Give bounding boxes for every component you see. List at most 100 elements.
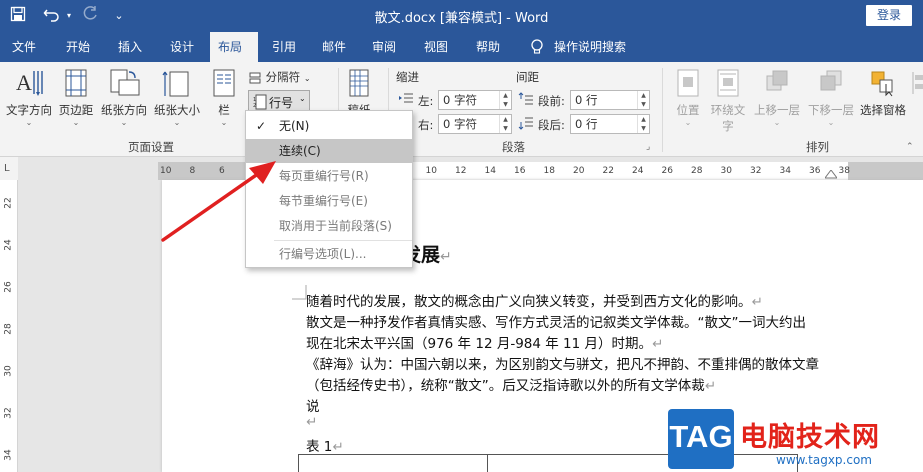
size-button[interactable]: 纸张大小 ⌄ <box>152 68 202 127</box>
line-numbers-icon: 12 <box>253 94 267 110</box>
dialog-launcher-icon[interactable]: ⌟ <box>646 142 650 152</box>
vertical-ruler[interactable]: 22 24 26 28 30 32 34 <box>0 180 18 472</box>
chevron-down-icon: ⌄ <box>120 118 128 127</box>
tab-home[interactable]: 开始 <box>58 32 98 62</box>
margins-button[interactable]: 页边距 ⌄ <box>56 68 96 127</box>
tab-layout[interactable]: 布局 <box>210 32 258 62</box>
svg-text:2: 2 <box>253 103 256 109</box>
ruler-tick-label: 34 <box>3 449 14 461</box>
menu-item-suppress-current-paragraph[interactable]: 取消用于当前段落(S) <box>246 214 412 238</box>
tab-help[interactable]: 帮助 <box>468 32 508 62</box>
breaks-button[interactable]: 分隔符 ⌄ <box>248 69 311 85</box>
spacing-label: 间距 <box>516 70 539 84</box>
spinner-arrows-icon[interactable]: ▲ ▼ <box>499 91 511 109</box>
menu-item-label: 取消用于当前段落(S) <box>279 219 392 233</box>
collapse-ribbon-icon[interactable]: ⌃ <box>906 142 914 152</box>
send-backward-label: 下移一层 <box>808 103 854 117</box>
chevron-down-icon: ⌄ <box>299 94 306 103</box>
doc-line[interactable]: 《辞海》认为：中国六朝以来，为区别韵文与骈文，把凡不押韵、不重排偶的散体文章 <box>306 353 819 373</box>
spacing-after-input[interactable]: 0 行 ▲ ▼ <box>570 114 650 134</box>
ruler-tick-label: 28 <box>3 323 14 335</box>
menu-item-continuous[interactable]: 连续(C) <box>246 139 412 163</box>
ruler-tick-label: 30 <box>720 166 732 176</box>
margins-label: 页边距 <box>58 103 94 117</box>
breaks-label: 分隔符 <box>265 70 301 84</box>
orientation-icon <box>110 69 140 96</box>
doc-line[interactable]: 现在北宋太平兴国（976 年 12 月-984 年 11 月）时期。↵ <box>306 332 663 352</box>
doc-line-empty[interactable]: ↵ <box>306 414 317 430</box>
orientation-button[interactable]: 纸张方向 ⌄ <box>99 68 149 127</box>
send-backward-button[interactable]: 下移一层 ⌄ <box>804 68 858 127</box>
position-button[interactable]: 位置 ⌄ <box>668 68 708 127</box>
selection-pane-button[interactable]: 选择窗格 <box>858 68 908 118</box>
menu-item-line-numbering-options[interactable]: 行编号选项(L)... <box>246 242 412 266</box>
title-bar: ▾ ⌄ 散文.docx [兼容模式] - Word 登录 <box>0 0 923 32</box>
text-direction-label: 文字方向 <box>6 103 52 117</box>
menu-separator <box>274 240 412 241</box>
ruler-tick-label: 24 <box>632 166 644 176</box>
spinner-arrows-icon[interactable]: ▲ ▼ <box>637 115 649 133</box>
spacing-after-label: 段后: <box>538 118 565 132</box>
ruler-tick-label: 26 <box>661 166 673 176</box>
chevron-down-icon: ⌄ <box>25 118 33 127</box>
bring-forward-button[interactable]: 上移一层 ⌄ <box>750 68 804 127</box>
menu-item-restart-each-page[interactable]: 每页重编行号(R) <box>246 164 412 188</box>
text-direction-button[interactable]: A 文字方向 ⌄ <box>4 68 54 127</box>
doc-line[interactable]: （包括经传史书），统称“散文”。后又泛指诗歌以外的所有文学体裁↵ <box>306 374 716 394</box>
tab-view[interactable]: 视图 <box>416 32 456 62</box>
wrap-text-icon <box>717 69 739 97</box>
indent-right-label: 右: <box>418 118 434 132</box>
ruler-tick-label: 36 <box>809 166 821 176</box>
line-numbers-button[interactable]: 12 行号 ⌄ <box>248 90 310 112</box>
spinner-arrows-icon[interactable]: ▲ ▼ <box>637 91 649 109</box>
wrap-text-button[interactable]: 环绕文 字 <box>708 68 748 134</box>
tab-file[interactable]: 文件 <box>4 32 44 62</box>
indent-label: 缩进 <box>396 70 419 84</box>
menu-item-none[interactable]: ✓ 无(N) <box>246 114 412 138</box>
tab-references[interactable]: 引用 <box>264 32 304 62</box>
indent-left-label: 左: <box>418 94 434 108</box>
doc-line-text: 说 <box>306 399 320 415</box>
spacing-after-icon <box>518 117 533 130</box>
right-indent-marker-icon[interactable] <box>825 170 837 180</box>
ruler-corner-tab-selector[interactable]: L <box>0 157 18 180</box>
indent-right-input[interactable]: 0 字符 ▲ ▼ <box>438 114 512 134</box>
paragraph-group-label: 段落 <box>502 140 525 154</box>
tab-review[interactable]: 审阅 <box>364 32 404 62</box>
menu-item-label: 每页重编行号(R) <box>279 169 369 183</box>
indent-left-value: 0 字符 <box>443 93 477 107</box>
tab-design[interactable]: 设计 <box>162 32 202 62</box>
spacing-after-value: 0 行 <box>575 117 598 131</box>
columns-button[interactable]: 栏 ⌄ <box>208 68 240 127</box>
spinner-arrows-icon[interactable]: ▲ ▼ <box>499 115 511 133</box>
chevron-down-icon: ⌄ <box>773 118 781 127</box>
tell-me-search[interactable]: 操作说明搜索 <box>524 32 634 62</box>
table-caption-text: 表 1 <box>306 439 333 455</box>
ruler-tick-label: 32 <box>750 166 762 176</box>
doc-line[interactable]: 说 <box>306 395 320 415</box>
doc-line[interactable]: 散文是一种抒发作者真情实感、写作方式灵活的记叙类文学体裁。“散文”一词大约出 <box>306 311 806 331</box>
paragraph-mark: ↵ <box>751 294 763 310</box>
tab-mailings[interactable]: 邮件 <box>314 32 354 62</box>
menu-item-restart-each-section[interactable]: 每节重编行号(E) <box>246 189 412 213</box>
login-button[interactable]: 登录 <box>866 5 912 26</box>
chevron-down-icon: ⌄ <box>827 118 835 127</box>
watermark-url: www.tagxp.com <box>776 453 872 467</box>
indent-left-icon <box>399 93 413 103</box>
table-caption[interactable]: 表 1↵ <box>306 435 344 455</box>
align-button-partial[interactable] <box>910 68 923 102</box>
ruler-tick-label: 26 <box>3 281 14 293</box>
ruler-tick-label: 20 <box>573 166 585 176</box>
wrap-text-label: 环绕文 <box>710 103 746 117</box>
paragraph-mark: ↵ <box>440 249 452 265</box>
ruler-tick-label: 32 <box>3 407 14 419</box>
indent-left-input[interactable]: 0 字符 ▲ ▼ <box>438 90 512 110</box>
menu-item-label: 无(N) <box>279 119 310 133</box>
chevron-down-icon: ⌄ <box>72 118 80 127</box>
columns-label: 栏 <box>218 103 230 117</box>
doc-line[interactable]: 随着时代的发展，散文的概念由广义向狭义转变，并受到西方文化的影响。↵ <box>306 290 763 310</box>
spacing-before-input[interactable]: 0 行 ▲ ▼ <box>570 90 650 110</box>
ruler-tick-label: 12 <box>455 166 467 176</box>
tab-insert[interactable]: 插入 <box>110 32 150 62</box>
site-watermark-logo: TAG 电脑技术网 www.tagxp.com <box>660 407 923 472</box>
